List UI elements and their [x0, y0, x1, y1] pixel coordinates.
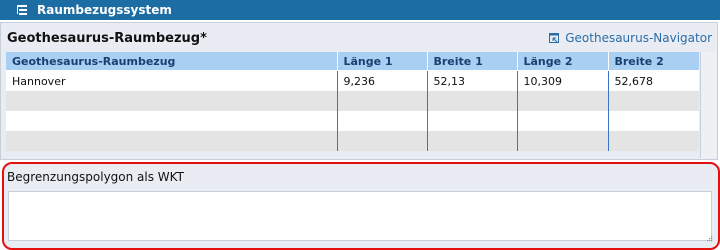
table-row[interactable] — [6, 111, 699, 131]
navigator-window-icon — [549, 33, 560, 43]
cell-laenge-1[interactable]: 9,236 — [336, 70, 427, 91]
wkt-polygon-textarea[interactable] — [8, 191, 712, 241]
cell-laenge-2[interactable] — [516, 111, 608, 131]
raumbezug-panel: Geothesaurus-Raumbezug* Geothesaurus-Nav… — [0, 22, 718, 160]
cell-laenge-2[interactable] — [516, 131, 608, 151]
cell-raumbezug[interactable] — [6, 111, 337, 131]
wkt-highlight-frame: Begrenzungspolygon als WKT — [2, 162, 720, 250]
cell-breite-1[interactable]: 52,13 — [426, 70, 517, 91]
cell-raumbezug[interactable] — [6, 91, 337, 111]
cell-breite-1[interactable] — [426, 111, 517, 131]
raumbezug-table: Geothesaurus-Raumbezug Länge 1 Breite 1 … — [6, 52, 699, 151]
column-header-raumbezug[interactable]: Geothesaurus-Raumbezug — [6, 52, 337, 71]
cell-breite-1[interactable] — [426, 91, 517, 111]
cell-breite-1[interactable] — [426, 131, 517, 151]
cell-laenge-1[interactable] — [336, 111, 427, 131]
table-header-row: Geothesaurus-Raumbezug Länge 1 Breite 1 … — [6, 52, 699, 71]
window-title: Raumbezugssystem — [37, 3, 172, 17]
cell-laenge-2[interactable]: 10,309 — [516, 70, 608, 91]
navigator-link-label[interactable]: Geothesaurus-Navigator — [565, 31, 712, 45]
column-header-laenge-1[interactable]: Länge 1 — [336, 52, 427, 71]
cell-laenge-1[interactable] — [336, 91, 427, 111]
cell-laenge-2[interactable] — [516, 91, 608, 111]
resize-grip-icon[interactable] — [705, 234, 713, 242]
cell-raumbezug[interactable]: Hannover — [6, 70, 337, 91]
window-titlebar: Raumbezugssystem — [0, 0, 720, 20]
section-heading: Geothesaurus-Raumbezug* — [7, 31, 207, 46]
table-row[interactable] — [6, 91, 699, 111]
cell-breite-2[interactable] — [607, 111, 699, 131]
wkt-label: Begrenzungspolygon als WKT — [7, 170, 184, 184]
column-header-breite-2[interactable]: Breite 2 — [607, 52, 699, 71]
cell-raumbezug[interactable] — [6, 131, 337, 151]
document-tree-icon — [17, 5, 27, 15]
cell-breite-2[interactable] — [607, 131, 699, 151]
cell-breite-2[interactable]: 52,678 — [607, 70, 699, 91]
table-row[interactable] — [6, 131, 699, 151]
column-header-breite-1[interactable]: Breite 1 — [426, 52, 517, 71]
table-scrollbar[interactable] — [700, 52, 716, 158]
cell-laenge-1[interactable] — [336, 131, 427, 151]
cell-breite-2[interactable] — [607, 91, 699, 111]
table-row[interactable]: Hannover 9,236 52,13 10,309 52,678 — [6, 70, 699, 91]
column-header-laenge-2[interactable]: Länge 2 — [516, 52, 608, 71]
geothesaurus-navigator-link[interactable]: Geothesaurus-Navigator — [548, 31, 712, 45]
